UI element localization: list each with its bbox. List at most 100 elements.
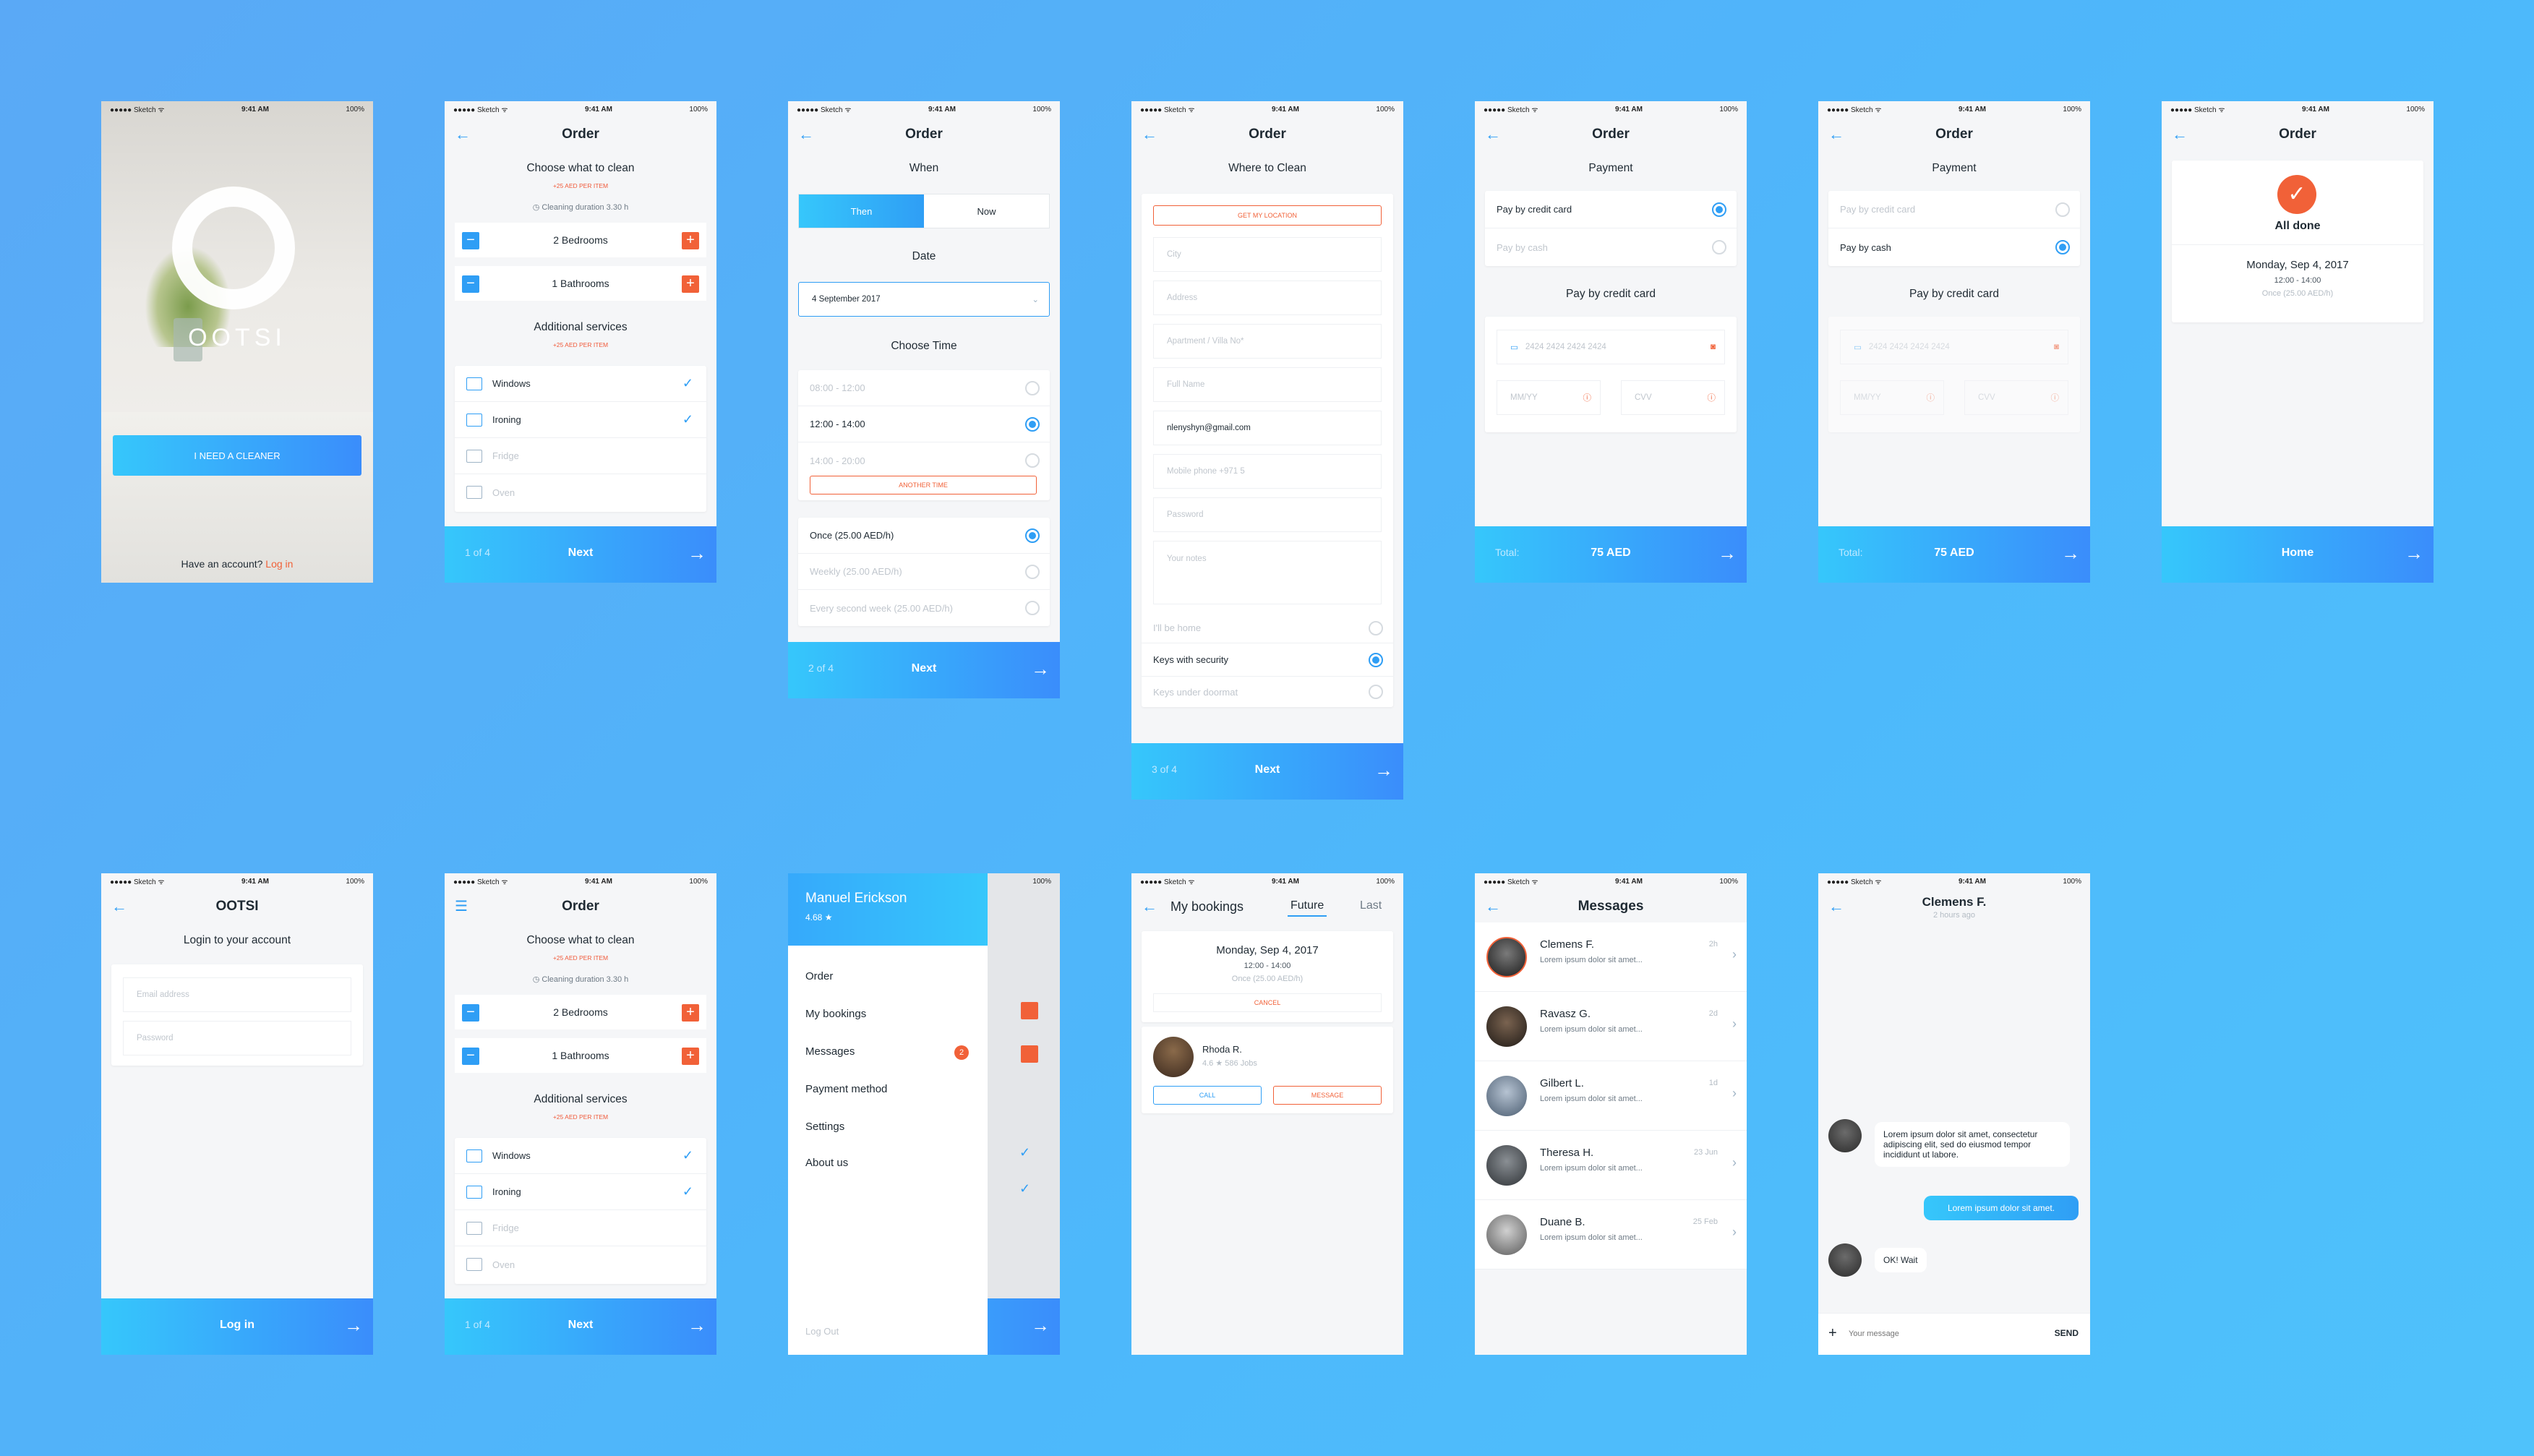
fullname-field[interactable]: Full Name xyxy=(1153,367,1382,402)
login-button[interactable]: Log in xyxy=(101,1319,373,1332)
apartment-field[interactable]: Apartment / Villa No* xyxy=(1153,324,1382,359)
service-oven[interactable]: Oven xyxy=(455,474,706,510)
back-arrow-icon[interactable]: ← xyxy=(1142,898,1159,915)
another-time-button[interactable]: ANOTHER TIME xyxy=(810,476,1037,494)
time: 9:41 AM xyxy=(1271,105,1299,114)
password-field[interactable]: Password xyxy=(1153,497,1382,532)
plus-button[interactable]: + xyxy=(682,1048,699,1065)
menu-item-messages[interactable]: Messages xyxy=(805,1045,855,1058)
arrow-right-icon[interactable]: → xyxy=(2061,542,2080,565)
bedrooms-counter: − 2 Bedrooms + xyxy=(455,995,706,1029)
cvv-label: CVV xyxy=(1978,393,1995,402)
camera-icon[interactable]: ◙ xyxy=(2054,343,2059,351)
freq-option[interactable]: Every second week (25.00 AED/h) xyxy=(798,590,1050,626)
service-windows[interactable]: Windows ✓ xyxy=(455,366,706,402)
menu-item-payment[interactable]: Payment method xyxy=(805,1083,887,1095)
check-icon: ✓ xyxy=(682,1184,693,1199)
pay-option-cash[interactable]: Pay by cash xyxy=(1828,228,2080,266)
card-form: ▭ 2424 2424 2424 2424 ◙ MM/YY ⓘ CVV ⓘ xyxy=(1485,317,1737,432)
arrow-right-icon[interactable]: → xyxy=(688,542,706,565)
access-option[interactable]: Keys with security xyxy=(1142,643,1393,677)
tab-future[interactable]: Future xyxy=(1288,899,1327,917)
freq-option[interactable]: Weekly (25.00 AED/h) xyxy=(798,554,1050,590)
message-button[interactable]: MESSAGE xyxy=(1273,1086,1382,1105)
password-field[interactable]: Password xyxy=(123,1021,351,1055)
call-button[interactable]: CALL xyxy=(1153,1086,1262,1105)
city-field[interactable]: City xyxy=(1153,237,1382,272)
get-location-button[interactable]: GET MY LOCATION xyxy=(1153,205,1382,226)
message-input[interactable] xyxy=(1849,1325,2022,1342)
arrow-right-icon[interactable]: → xyxy=(688,1314,706,1337)
carrier: ●●●●● Sketch ᯤ xyxy=(797,106,852,114)
plus-button[interactable]: + xyxy=(682,1004,699,1022)
arrow-right-icon[interactable]: → xyxy=(1718,542,1737,565)
login-link[interactable]: Log in xyxy=(265,558,293,570)
service-oven[interactable]: Oven xyxy=(455,1246,706,1282)
camera-icon[interactable]: ◙ xyxy=(1711,343,1716,351)
plus-button[interactable]: + xyxy=(682,275,699,293)
service-fridge[interactable]: Fridge xyxy=(455,438,706,474)
screen-bookings: ●●●●● Sketch ᯤ 9:41 AM 100% ← My bookings … xyxy=(1131,873,1403,1355)
next-button[interactable]: Next xyxy=(445,547,716,560)
expiry-field[interactable]: MM/YY ⓘ xyxy=(1840,380,1944,415)
service-ironing[interactable]: Ironing ✓ xyxy=(455,402,706,438)
message-item[interactable]: Theresa H. Lorem ipsum dolor sit amet... 2… xyxy=(1475,1131,1747,1200)
menu-item-bookings[interactable]: My bookings xyxy=(805,1008,866,1020)
message-item[interactable]: Ravasz G. Lorem ipsum dolor sit amet... 2d… xyxy=(1475,992,1747,1061)
email-field[interactable]: nlenyshyn@gmail.com xyxy=(1153,411,1382,445)
arrow-right-icon[interactable]: → xyxy=(2405,542,2423,565)
home-button[interactable]: Home xyxy=(2162,547,2434,560)
service-fridge[interactable]: Fridge xyxy=(455,1210,706,1246)
arrow-right-icon[interactable]: → xyxy=(1031,658,1050,680)
pay-option-card[interactable]: Pay by credit card xyxy=(1828,191,2080,228)
time: 9:41 AM xyxy=(1958,105,1986,114)
menu-item-about[interactable]: About us xyxy=(805,1157,848,1169)
freq-option[interactable]: Once (25.00 AED/h) xyxy=(798,518,1050,554)
expiry-field[interactable]: MM/YY ⓘ xyxy=(1497,380,1601,415)
date-select[interactable]: 4 September 2017 ⌄ xyxy=(798,282,1050,317)
email-field[interactable]: Email address xyxy=(123,977,351,1012)
page-title: Order xyxy=(562,127,599,142)
card-number-field[interactable]: ▭ 2424 2424 2424 2424 ◙ xyxy=(1497,330,1725,364)
address-field[interactable]: Address xyxy=(1153,281,1382,315)
arrow-right-icon[interactable]: → xyxy=(344,1314,363,1337)
minus-button[interactable]: − xyxy=(462,275,479,293)
message-item[interactable]: Clemens F. Lorem ipsum dolor sit amet... 2… xyxy=(1475,922,1747,992)
time-option[interactable]: 12:00 - 14:00 xyxy=(798,406,1050,442)
cancel-button[interactable]: CANCEL xyxy=(1153,993,1382,1012)
access-option[interactable]: Keys under doormat xyxy=(1142,677,1393,707)
plus-button[interactable]: + xyxy=(682,232,699,249)
service-windows[interactable]: Windows ✓ xyxy=(455,1138,706,1174)
menu-item-order[interactable]: Order xyxy=(805,970,833,982)
minus-button[interactable]: − xyxy=(462,1004,479,1022)
arrow-right-icon[interactable]: → xyxy=(1374,759,1393,781)
time-option[interactable]: 08:00 - 12:00 xyxy=(798,370,1050,406)
logout-link[interactable]: Log Out xyxy=(805,1326,839,1337)
pay-option-cash[interactable]: Pay by cash xyxy=(1485,228,1737,266)
iron-icon xyxy=(466,413,482,427)
next-button[interactable]: Next xyxy=(1131,763,1403,776)
time-option[interactable]: 14:00 - 20:00 xyxy=(798,442,1050,479)
card-number-field[interactable]: ▭ 2424 2424 2424 2424 ◙ xyxy=(1840,330,2068,364)
service-ironing[interactable]: Ironing ✓ xyxy=(455,1174,706,1210)
message-item[interactable]: Duane B. Lorem ipsum dolor sit amet... 25 … xyxy=(1475,1200,1747,1269)
pay-option-card[interactable]: Pay by credit card xyxy=(1485,191,1737,228)
need-cleaner-button[interactable]: I NEED A CLEANER xyxy=(113,435,361,476)
minus-button[interactable]: − xyxy=(462,232,479,249)
next-button[interactable]: Next xyxy=(788,662,1060,675)
minus-button[interactable]: − xyxy=(462,1048,479,1065)
phone-field[interactable]: Mobile phone +971 5 xyxy=(1153,454,1382,489)
next-button[interactable]: Next xyxy=(445,1319,716,1332)
access-option[interactable]: I'll be home xyxy=(1142,613,1393,643)
tab-last[interactable]: Last xyxy=(1360,899,1382,912)
tab-now[interactable]: Now xyxy=(924,194,1049,228)
menu-item-settings[interactable]: Settings xyxy=(805,1121,844,1133)
add-icon[interactable]: + xyxy=(1828,1325,1837,1342)
carrier: ●●●●● Sketch ᯤ xyxy=(453,878,508,886)
cvv-field[interactable]: CVV ⓘ xyxy=(1964,380,2068,415)
message-item[interactable]: Gilbert L. Lorem ipsum dolor sit amet... 1… xyxy=(1475,1061,1747,1131)
cvv-field[interactable]: CVV ⓘ xyxy=(1621,380,1725,415)
send-button[interactable]: SEND xyxy=(2055,1328,2079,1338)
notes-field[interactable]: Your notes xyxy=(1153,541,1382,604)
tab-then[interactable]: Then xyxy=(799,194,924,228)
